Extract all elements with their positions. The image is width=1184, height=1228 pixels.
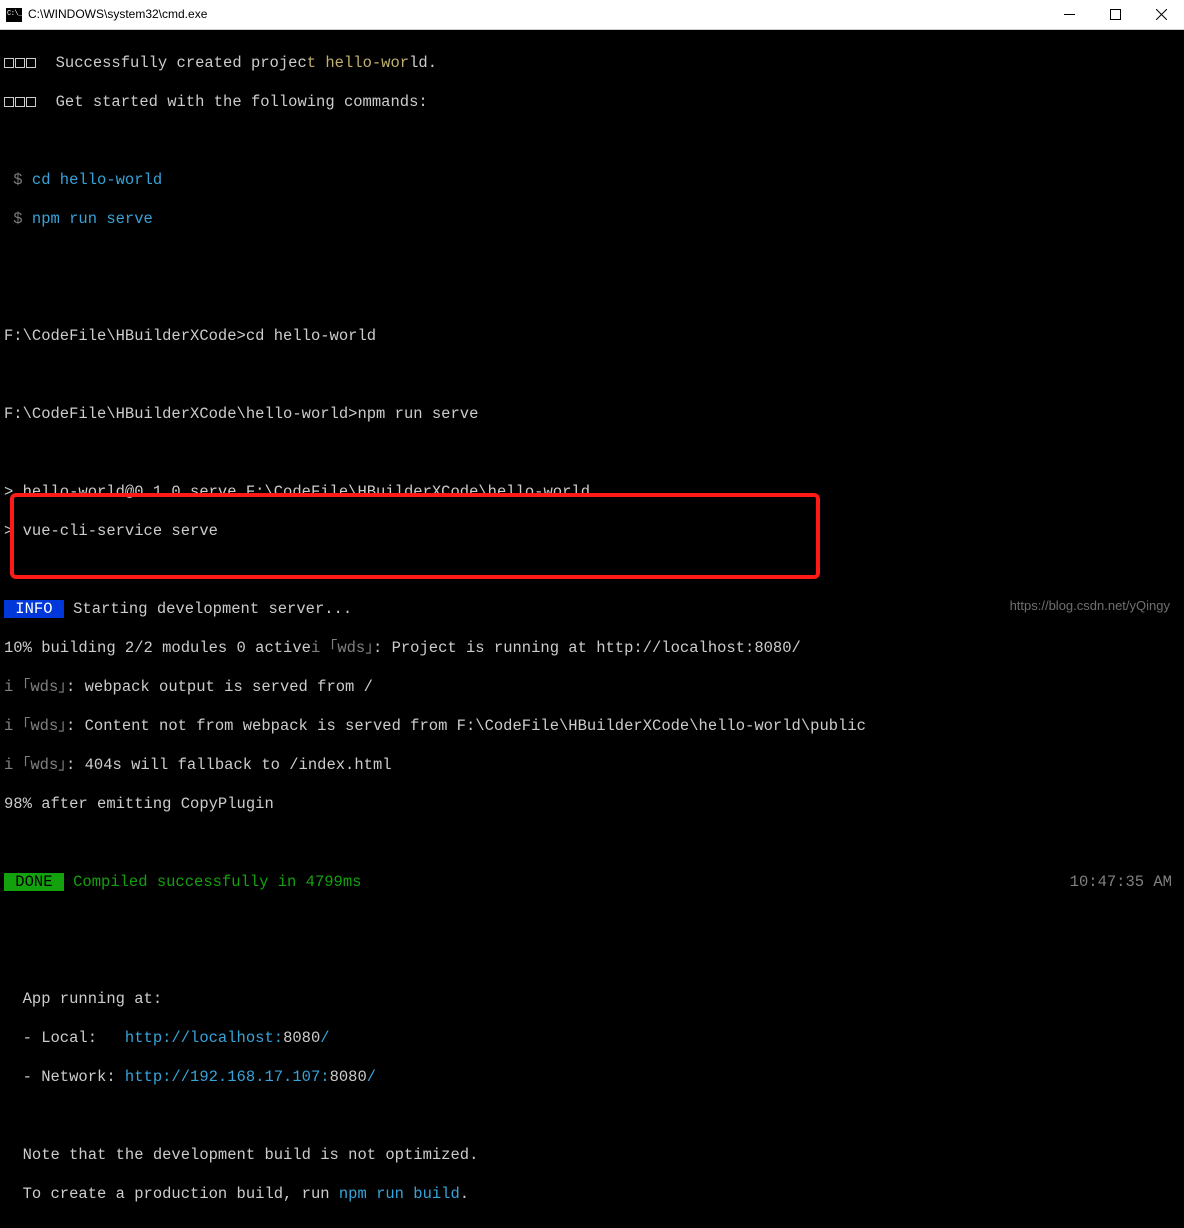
blank-line: [4, 1107, 1180, 1127]
output-line: 10% building 2/2 modules 0 activei ｢wds｣…: [4, 639, 1180, 659]
info-badge: INFO: [4, 600, 64, 618]
prod-line: To create a production build, run npm ru…: [4, 1185, 1180, 1205]
blank-line: [4, 834, 1180, 854]
network-url[interactable]: http://192.168.17.107:8080/: [125, 1068, 376, 1086]
terminal-output[interactable]: Successfully created project hello-world…: [0, 30, 1184, 1228]
output-line: 98% after emitting CopyPlugin: [4, 795, 1180, 815]
blank-line: [4, 951, 1180, 971]
cmd-icon: [6, 8, 22, 22]
prompt-line: F:\CodeFile\HBuilderXCode\hello-world>np…: [4, 405, 1180, 425]
note-line: Note that the development build is not o…: [4, 1146, 1180, 1166]
blank-line: [4, 249, 1180, 269]
output-line: Successfully created project hello-world…: [4, 54, 1180, 74]
done-badge: DONE: [4, 873, 64, 891]
watermark: https://blog.csdn.net/yQingy: [1010, 596, 1170, 616]
blank-line: [4, 366, 1180, 386]
output-line: > vue-cli-service serve: [4, 522, 1180, 542]
output-line: > hello-world@0.1.0 serve F:\CodeFile\HB…: [4, 483, 1180, 503]
info-line: INFO Starting development server...: [4, 600, 1180, 620]
local-url-line: - Local: http://localhost:8080/: [4, 1029, 1180, 1049]
title-left: C:\WINDOWS\system32\cmd.exe: [6, 5, 207, 25]
timestamp: 10:47:35 AM: [1070, 873, 1172, 893]
output-line: i ｢wds｣: Content not from webpack is ser…: [4, 717, 1180, 737]
done-line: DONE Compiled successfully in 4799ms10:4…: [4, 873, 1180, 893]
app-running-line: App running at:: [4, 990, 1180, 1010]
command-line: $ npm run serve: [4, 210, 1180, 230]
blank-line: [4, 444, 1180, 464]
blank-line: [4, 561, 1180, 581]
window-title: C:\WINDOWS\system32\cmd.exe: [28, 5, 207, 25]
prompt-line: F:\CodeFile\HBuilderXCode>cd hello-world: [4, 327, 1180, 347]
maximize-button[interactable]: [1092, 0, 1138, 29]
window-titlebar: C:\WINDOWS\system32\cmd.exe: [0, 0, 1184, 30]
close-button[interactable]: [1138, 0, 1184, 29]
output-line: i ｢wds｣: webpack output is served from /: [4, 678, 1180, 698]
minimize-button[interactable]: [1046, 0, 1092, 29]
output-line: Get started with the following commands:: [4, 93, 1180, 113]
network-url-line: - Network: http://192.168.17.107:8080/: [4, 1068, 1180, 1088]
blank-line: [4, 288, 1180, 308]
blank-line: [4, 132, 1180, 152]
window-buttons: [1046, 0, 1184, 29]
output-line: i ｢wds｣: 404s will fallback to /index.ht…: [4, 756, 1180, 776]
local-url[interactable]: http://localhost:8080/: [125, 1029, 330, 1047]
blank-line: [4, 912, 1180, 932]
command-line: $ cd hello-world: [4, 171, 1180, 191]
